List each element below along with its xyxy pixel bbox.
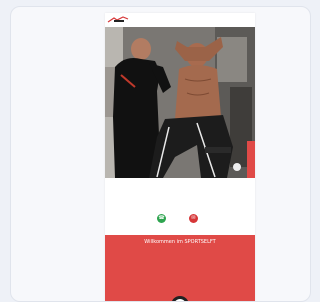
side-tab[interactable] [247, 141, 255, 179]
welcome-section: Willkommen im SPORTSELFT [105, 235, 255, 301]
phone-icon: ☎ [158, 215, 165, 221]
preview-card: ☎ ✉ Willkommen im SPORTSELFT [10, 6, 311, 302]
intro-section: ☎ ✉ [105, 178, 255, 235]
email-button[interactable]: ✉ [189, 214, 198, 223]
welcome-link[interactable] [113, 276, 247, 279]
welcome-title: Willkommen im SPORTSELFT [144, 239, 216, 245]
email-icon: ✉ [191, 215, 196, 221]
brand-logo[interactable] [107, 16, 129, 24]
whatsapp-button[interactable]: ☎ [157, 214, 166, 223]
welcome-paragraph-line [113, 270, 247, 273]
website-preview: ☎ ✉ Willkommen im SPORTSELFT [105, 13, 255, 301]
top-nav [105, 13, 255, 27]
welcome-paragraph-line [113, 263, 247, 266]
hero-image [105, 27, 255, 178]
